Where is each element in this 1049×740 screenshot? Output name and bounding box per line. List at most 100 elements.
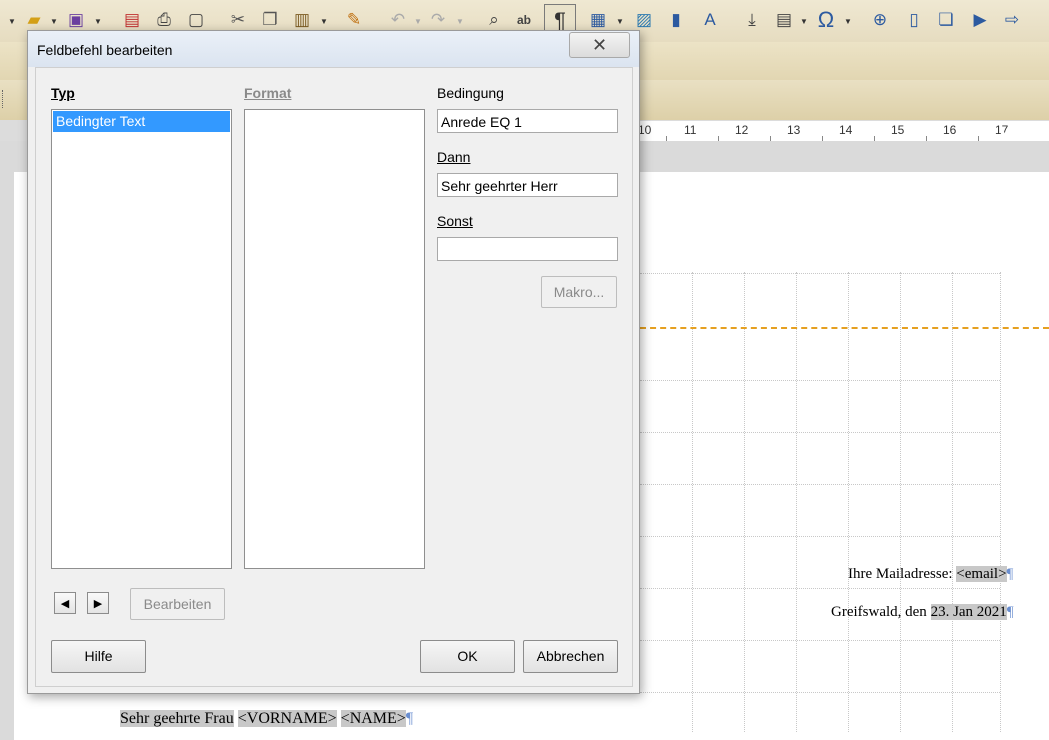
print-icon[interactable]: ⎙	[152, 8, 176, 32]
dialog-body: Typ Bedingter Text Format Bedingung Anre…	[35, 67, 633, 687]
next-field-button[interactable]: ▶	[87, 592, 109, 614]
table-icon[interactable]: ▦	[586, 8, 610, 32]
image-icon[interactable]: ▨	[632, 8, 656, 32]
text-grid-line	[640, 640, 1000, 641]
date-field[interactable]: 23. Jan 2021	[930, 604, 1007, 620]
field-dropdown-icon[interactable]: ▼	[800, 17, 808, 26]
edit-field-dialog: Feldbefehl bearbeiten ✕ Typ Bedingter Te…	[27, 30, 640, 694]
header-boundary-line	[640, 327, 1049, 329]
salutation-line[interactable]: Sehr geehrte Frau <VORNAME> <NAME>¶	[120, 710, 413, 728]
hyperlink-icon[interactable]: ⊕	[868, 8, 892, 32]
paste-dropdown-icon[interactable]: ▼	[320, 17, 328, 26]
text-grid-column	[796, 272, 797, 732]
macro-button[interactable]: Makro...	[541, 276, 617, 308]
spellcheck-icon[interactable]: ab	[512, 8, 536, 32]
clone-formatting-icon[interactable]: ✎	[342, 8, 366, 32]
triangle-right-icon: ▶	[93, 598, 103, 610]
help-button-label: Hilfe	[84, 648, 113, 664]
special-character-icon[interactable]: Ω	[814, 7, 838, 32]
date-line[interactable]: Greifswald, den 23. Jan 2021¶	[831, 604, 1014, 621]
undo-icon[interactable]: ↶	[386, 8, 410, 32]
copy-icon[interactable]: ❐	[258, 8, 282, 32]
paragraph-mark: ¶	[1006, 604, 1014, 620]
undo-dropdown-icon[interactable]: ▼	[414, 17, 422, 26]
text-grid-column	[900, 272, 901, 732]
header-icon[interactable]: ⇨	[1000, 8, 1024, 32]
save-dropdown-icon[interactable]: ▼	[94, 17, 102, 26]
cancel-button-label: Abbrechen	[536, 648, 605, 664]
email-field[interactable]: <email>	[956, 566, 1007, 582]
cut-icon[interactable]: ✂	[226, 8, 250, 32]
else-input[interactable]	[437, 237, 618, 261]
text-grid-line	[640, 588, 1000, 589]
save-icon[interactable]: ▣	[64, 8, 88, 32]
open-dropdown-icon[interactable]: ▼	[50, 17, 58, 26]
name-field[interactable]: <NAME>	[340, 710, 406, 727]
text-grid-column	[1000, 272, 1001, 732]
condition-input[interactable]: Anrede EQ 1	[437, 109, 618, 133]
track-changes-icon[interactable]: ▶	[968, 8, 992, 32]
text-grid-line	[640, 484, 1000, 485]
close-icon: ✕	[591, 35, 608, 55]
edit-button[interactable]: Bearbeiten	[130, 588, 225, 620]
condition-label: Bedingung	[437, 85, 504, 101]
text-grid-column	[692, 272, 693, 732]
date-label: Greifswald, den	[831, 604, 931, 620]
field-icon[interactable]: ▤	[772, 8, 796, 32]
text-grid-line	[640, 380, 1000, 381]
text-grid-line	[640, 692, 1000, 693]
export-pdf-icon[interactable]: ▤	[120, 8, 144, 32]
table-dropdown-icon[interactable]: ▼	[616, 17, 624, 26]
redo-dropdown-icon[interactable]: ▼	[456, 17, 464, 26]
type-label: Typ	[51, 85, 75, 101]
comment-icon[interactable]: ❏	[934, 8, 958, 32]
conditional-text-field[interactable]: Sehr geehrte Frau	[120, 710, 234, 727]
ruler-label: 11	[684, 123, 697, 137]
edit-button-label: Bearbeiten	[143, 596, 212, 612]
ok-button[interactable]: OK	[420, 640, 515, 673]
footnote-icon[interactable]: ▯	[902, 8, 926, 32]
close-button[interactable]: ✕	[569, 32, 630, 58]
text-grid-column	[744, 272, 745, 732]
macro-button-label: Makro...	[553, 284, 605, 300]
ok-button-label: OK	[457, 648, 478, 664]
type-listbox[interactable]: Bedingter Text	[51, 109, 232, 569]
ruler-label: 13	[787, 123, 801, 137]
dropdown-arrow-icon[interactable]: ▼	[8, 17, 16, 26]
then-label: Dann	[437, 149, 471, 165]
ruler-label: 15	[891, 123, 905, 137]
list-item[interactable]: Bedingter Text	[53, 111, 230, 132]
format-label: Format	[244, 85, 292, 101]
then-input[interactable]: Sehr geehrter Herr	[437, 173, 618, 197]
ruler-label: 10	[638, 123, 652, 137]
else-label: Sonst	[437, 213, 473, 229]
previous-field-button[interactable]: ◀	[54, 592, 76, 614]
dialog-title: Feldbefehl bearbeiten	[37, 42, 173, 58]
help-button[interactable]: Hilfe	[51, 640, 146, 673]
print-preview-icon[interactable]: ▢	[184, 8, 208, 32]
right-indent-marker-icon[interactable]	[997, 130, 1009, 140]
ruler-label: 14	[839, 123, 853, 137]
mail-label: Ihre Mailadresse:	[848, 566, 957, 582]
open-icon[interactable]: ▰	[22, 8, 46, 32]
vorname-field[interactable]: <VORNAME>	[237, 710, 337, 727]
text-grid-line	[640, 432, 1000, 433]
dialog-titlebar[interactable]: Feldbefehl bearbeiten ✕	[28, 31, 639, 67]
mail-line[interactable]: Ihre Mailadresse: <email>¶	[848, 566, 1013, 583]
chart-icon[interactable]: ▮	[664, 8, 688, 32]
text-grid-line	[640, 536, 1000, 537]
special-char-dropdown-icon[interactable]: ▼	[844, 17, 852, 26]
page-break-icon[interactable]: ⤓	[740, 8, 764, 32]
redo-icon[interactable]: ↷	[426, 8, 450, 32]
textbox-icon[interactable]: A	[698, 8, 722, 32]
paragraph-mark: ¶	[405, 710, 414, 727]
find-replace-icon[interactable]: ⌕	[482, 8, 506, 32]
triangle-left-icon: ◀	[60, 598, 70, 610]
format-listbox[interactable]	[244, 109, 425, 569]
cancel-button[interactable]: Abbrechen	[523, 640, 618, 673]
paste-icon[interactable]: ▥	[290, 8, 314, 32]
text-grid-column	[952, 272, 953, 732]
ruler-label: 12	[735, 123, 749, 137]
horizontal-ruler[interactable]: 10 11 12 13 14 15 16 17	[638, 121, 1049, 142]
paragraph-mark: ¶	[1006, 566, 1014, 582]
